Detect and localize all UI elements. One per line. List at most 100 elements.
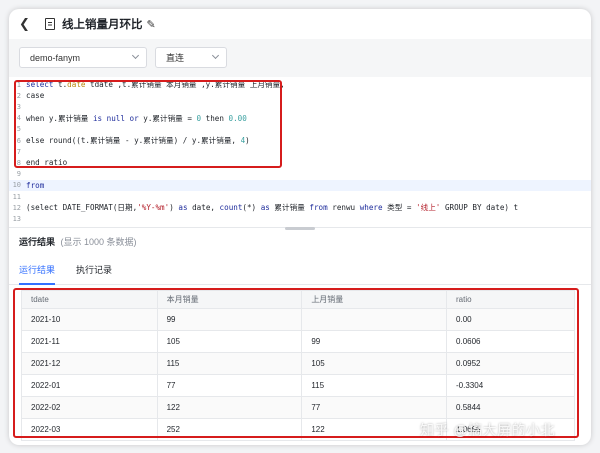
table-cell xyxy=(301,308,448,331)
column-header-last-month[interactable]: 上月销量 xyxy=(301,290,448,309)
code-text: end ratio xyxy=(26,158,67,167)
code-line[interactable]: 10 from xyxy=(9,179,591,191)
results-subtitle: (显示 1000 条数据) xyxy=(60,237,137,247)
code-token: ) xyxy=(169,203,179,213)
sql-editor[interactable]: 1 select t.date tdate ,t.累计销量 本月销量 ,y.累计销… xyxy=(9,77,591,227)
table-row[interactable]: 2021-11 105 99 0.0606 xyxy=(21,330,575,353)
code-token: as xyxy=(178,203,188,213)
line-number: 8 xyxy=(16,158,21,167)
code-token: y.累计销量 = xyxy=(138,113,197,123)
code-token: 0.00 xyxy=(228,113,247,123)
code-token: else round((t.累计销量 - y.累计销量) / y.累计销量, xyxy=(26,136,241,145)
table-cell: 0.0606 xyxy=(446,330,575,353)
code-text: when y.累计销量 is null or y.累计销量 = 0 then 0… xyxy=(26,113,247,124)
code-line[interactable]: 5 xyxy=(9,124,591,135)
results-heading: 运行结果 (显示 1000 条数据) xyxy=(19,235,137,248)
table-cell: 0.5844 xyxy=(446,396,575,419)
code-token: '%Y-%m' xyxy=(137,203,170,213)
table-cell: 105 xyxy=(156,330,303,353)
code-token: as xyxy=(260,203,270,213)
table-cell: 2021-12 xyxy=(21,352,158,375)
column-header-current-month[interactable]: 本月销量 xyxy=(156,290,303,309)
table-header-row: tdate 本月销量 上月销量 ratio xyxy=(21,290,575,309)
code-token: (*) xyxy=(242,203,261,213)
connection-select-value: 直连 xyxy=(166,53,185,63)
code-line[interactable]: 3 xyxy=(9,101,591,112)
code-line[interactable]: 8 end ratio xyxy=(9,157,591,168)
table-row[interactable]: 2022-02 122 77 0.5844 xyxy=(21,396,575,419)
code-token: (select DATE_FORMAT(日期, xyxy=(26,203,138,213)
watermark: 知乎 @搞大屏的小北 xyxy=(420,422,556,438)
code-token: t. xyxy=(58,80,68,89)
table-cell: 0.0952 xyxy=(446,352,575,375)
table-row[interactable]: 2021-12 115 105 0.0952 xyxy=(21,352,575,375)
toolbar: demo-fanym 直连 xyxy=(9,39,591,77)
database-select-value: demo-fanym xyxy=(30,52,81,63)
code-text: case xyxy=(26,91,44,100)
code-line[interactable]: 1 select t.date tdate ,t.累计销量 本月销量 ,y.累计销… xyxy=(9,79,591,90)
code-token: when y.累计销量 xyxy=(26,113,93,123)
code-token: renwu xyxy=(327,203,360,213)
resize-handle[interactable] xyxy=(9,227,591,231)
code-text: from xyxy=(26,181,44,190)
back-arrow-icon[interactable]: ❮ xyxy=(19,16,35,32)
column-header-tdate[interactable]: tdate xyxy=(21,290,158,309)
code-token: '线上' xyxy=(416,203,441,213)
table-cell: 2021-10 xyxy=(21,308,158,331)
column-header-ratio[interactable]: ratio xyxy=(446,290,575,309)
table-cell: 2022-02 xyxy=(21,396,158,419)
table-cell: 2022-01 xyxy=(21,374,158,397)
edit-pencil-icon[interactable]: ✎ xyxy=(147,18,156,31)
table-cell: -0.3304 xyxy=(446,374,575,397)
database-select[interactable]: demo-fanym xyxy=(19,47,147,68)
code-token: select xyxy=(26,80,59,89)
results-title: 运行结果 xyxy=(19,237,56,247)
code-token: is null or xyxy=(92,113,139,123)
code-line[interactable]: 2 case xyxy=(9,90,591,101)
code-token: date, xyxy=(187,203,220,213)
code-token: then xyxy=(201,113,229,123)
document-icon xyxy=(45,18,55,30)
tab-run-results[interactable]: 运行结果 xyxy=(19,263,56,285)
code-line[interactable]: 11 xyxy=(9,191,591,202)
line-number: 9 xyxy=(16,170,21,179)
code-line[interactable]: 13 xyxy=(9,213,591,224)
code-token: where xyxy=(359,203,383,213)
table-cell: 2021-11 xyxy=(21,330,158,353)
code-token: from xyxy=(26,180,45,190)
code-line[interactable]: 4 when y.累计销量 is null or y.累计销量 = 0 then … xyxy=(9,113,591,124)
table-row[interactable]: 2021-10 99 0.00 xyxy=(21,308,575,331)
line-number: 5 xyxy=(16,125,21,134)
code-line[interactable]: 12 (select DATE_FORMAT(日期,'%Y-%m') as dat… xyxy=(9,202,591,213)
table-cell: 105 xyxy=(301,352,448,375)
code-token: GROUP BY date) t xyxy=(440,203,519,213)
code-token: 类型 = xyxy=(382,203,417,213)
code-token: end ratio xyxy=(26,158,68,168)
code-token: tdate ,t.累计销量 本月销量 ,y.累计销量 上月销量, xyxy=(85,80,285,89)
table-row[interactable]: 2022-01 77 115 -0.3304 xyxy=(21,374,575,397)
code-token: from xyxy=(309,203,328,213)
line-number: 13 xyxy=(12,214,21,223)
table-cell: 115 xyxy=(301,374,448,397)
chevron-down-icon xyxy=(131,51,140,60)
line-number: 7 xyxy=(16,147,21,156)
table-cell: 77 xyxy=(301,396,448,419)
code-line[interactable]: 7 xyxy=(9,146,591,157)
table-cell: 0.00 xyxy=(446,308,575,331)
code-line[interactable]: 9 xyxy=(9,169,591,180)
line-number: 4 xyxy=(16,114,21,123)
table-cell: 122 xyxy=(156,396,303,419)
table-cell: 99 xyxy=(156,308,303,331)
code-text: select t.date tdate ,t.累计销量 本月销量 ,y.累计销量… xyxy=(26,79,285,90)
code-line[interactable]: 6 else round((t.累计销量 - y.累计销量) / y.累计销量, … xyxy=(9,135,591,146)
table-cell: 99 xyxy=(301,330,448,353)
code-text: else round((t.累计销量 - y.累计销量) / y.累计销量, 4… xyxy=(26,135,250,146)
line-number: 10 xyxy=(12,181,21,190)
line-number: 3 xyxy=(16,102,21,111)
table-cell: 77 xyxy=(156,374,303,397)
line-number: 1 xyxy=(16,80,21,89)
table-cell: 252 xyxy=(156,418,303,441)
connection-select[interactable]: 直连 xyxy=(155,47,227,68)
tab-execution-history[interactable]: 执行记录 xyxy=(76,263,112,285)
code-text: (select DATE_FORMAT(日期,'%Y-%m') as date,… xyxy=(26,202,518,213)
